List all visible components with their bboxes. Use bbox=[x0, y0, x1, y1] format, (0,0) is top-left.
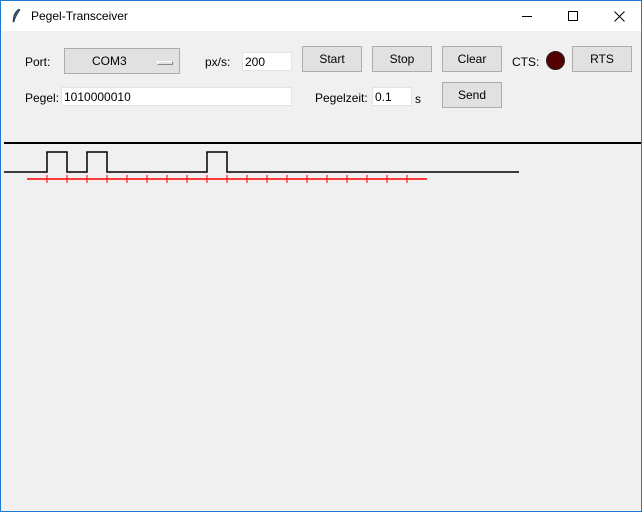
rts-button-label: RTS bbox=[590, 52, 614, 66]
signal-trace bbox=[4, 151, 519, 173]
start-button-label: Start bbox=[319, 52, 345, 66]
pxs-label: px/s: bbox=[205, 55, 231, 69]
stop-button[interactable]: Stop bbox=[372, 46, 432, 72]
send-button[interactable]: Send bbox=[442, 82, 502, 108]
maximize-icon bbox=[568, 11, 578, 21]
pegelzeit-label: Pegelzeit: bbox=[315, 91, 368, 105]
port-label: Port: bbox=[25, 55, 51, 69]
cts-label: CTS: bbox=[512, 55, 540, 69]
clear-button-label: Clear bbox=[457, 52, 487, 66]
maximize-button[interactable] bbox=[550, 1, 596, 31]
pegelzeit-unit: s bbox=[415, 92, 421, 106]
minimize-button[interactable] bbox=[504, 1, 550, 31]
pegel-label: Pegel: bbox=[25, 91, 60, 105]
clear-button[interactable]: Clear bbox=[442, 46, 502, 72]
dropdown-indicator-icon bbox=[157, 61, 173, 65]
close-button[interactable] bbox=[596, 1, 642, 31]
app-window: Pegel-Transceiver Port: COM3 px/s: Start… bbox=[0, 0, 642, 512]
minimize-icon bbox=[522, 16, 532, 17]
title-bar: Pegel-Transceiver bbox=[1, 1, 641, 31]
close-icon bbox=[613, 10, 625, 22]
stop-button-label: Stop bbox=[389, 52, 415, 66]
port-select[interactable]: COM3 bbox=[64, 48, 180, 74]
rts-button[interactable]: RTS bbox=[572, 46, 632, 72]
pegelzeit-input[interactable] bbox=[372, 87, 412, 106]
signal-canvas bbox=[4, 151, 519, 183]
cts-indicator bbox=[546, 51, 565, 70]
start-button[interactable]: Start bbox=[302, 46, 362, 72]
send-button-label: Send bbox=[457, 88, 487, 102]
port-select-value: COM3 bbox=[92, 54, 127, 68]
window-title: Pegel-Transceiver bbox=[31, 9, 128, 23]
pxs-input[interactable] bbox=[242, 52, 292, 71]
feather-icon bbox=[12, 8, 21, 23]
pegel-input[interactable] bbox=[61, 87, 292, 106]
